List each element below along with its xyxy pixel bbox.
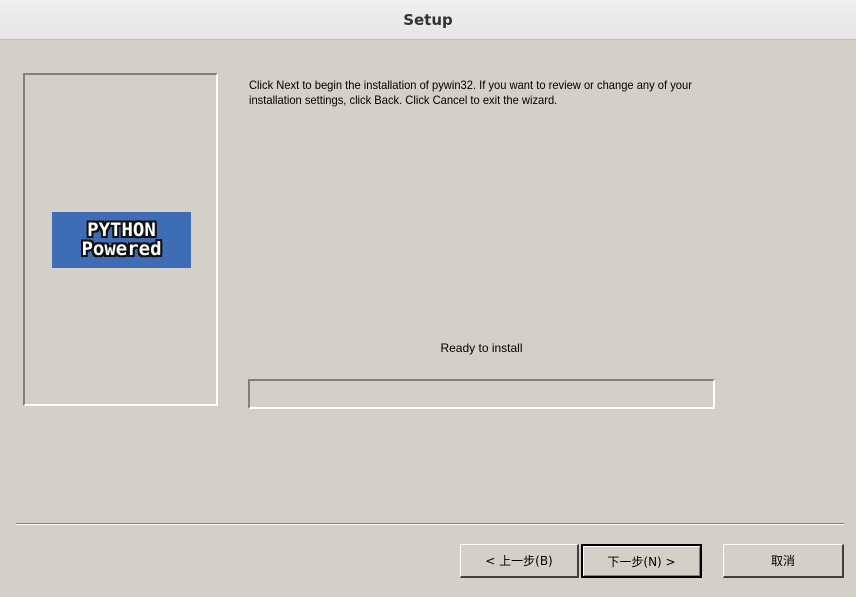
button-separator (16, 523, 844, 525)
title-bar[interactable]: Setup (0, 0, 856, 40)
back-button-label: < 上一步(B) (485, 554, 553, 568)
wizard-client-area: PYTHON Powered Click Next to begin the i… (0, 40, 856, 597)
next-button-label: 下一步(N) > (607, 554, 676, 569)
install-progress-bar (248, 379, 715, 409)
window-title: Setup (403, 10, 453, 29)
cancel-button[interactable]: 取消 (723, 544, 844, 578)
back-button[interactable]: < 上一步(B) (460, 544, 579, 578)
status-label: Ready to install (440, 341, 523, 355)
next-button[interactable]: 下一步(N) > (581, 544, 702, 578)
logo-line2: Powered (81, 238, 162, 260)
wizard-banner-panel: PYTHON Powered (23, 73, 218, 406)
cancel-button-label: 取消 (770, 554, 795, 568)
python-powered-logo: PYTHON Powered (52, 212, 191, 268)
instructions-text: Click Next to begin the installation of … (249, 78, 692, 107)
